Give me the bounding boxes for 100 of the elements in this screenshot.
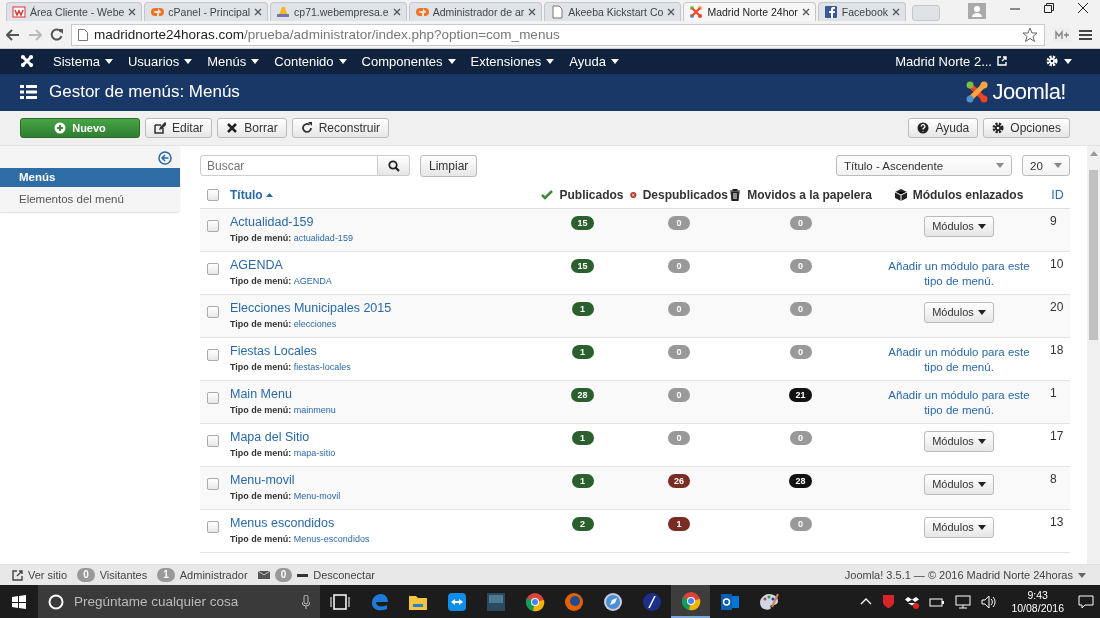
count-badge[interactable]: 2 — [571, 516, 594, 531]
volume-icon[interactable] — [981, 594, 998, 609]
menu-icon[interactable] — [1079, 28, 1092, 41]
clock[interactable]: 9:43 10/08/2016 — [1007, 588, 1068, 615]
modules-button[interactable]: Módulos — [924, 215, 994, 237]
scroll-down-icon[interactable] — [1078, 572, 1086, 578]
options-button[interactable]: Opciones — [983, 117, 1070, 138]
row-checkbox[interactable] — [206, 477, 219, 490]
search-field[interactable]: Pregúntame cualquier cosa — [72, 593, 294, 611]
row-checkbox[interactable] — [206, 305, 219, 318]
back-icon[interactable] — [6, 28, 20, 41]
row-checkbox[interactable] — [206, 434, 219, 447]
scroll-thumb[interactable] — [1089, 169, 1098, 340]
scrollbar[interactable] — [1087, 145, 1100, 565]
menu-item[interactable]: Usuarios — [127, 53, 193, 69]
count-badge[interactable]: 26 — [668, 473, 690, 488]
sort-dropdown[interactable]: Título - Ascendente — [836, 155, 1012, 177]
new-button[interactable]: Nuevo — [20, 117, 140, 138]
edit-button[interactable]: Editar — [145, 117, 213, 138]
menu-title-link[interactable]: Main Menu — [230, 386, 292, 401]
row-checkbox[interactable] — [206, 348, 219, 361]
logout-link[interactable]: Desconectar — [297, 569, 375, 582]
modules-button[interactable]: Módulos — [924, 301, 994, 323]
modules-button[interactable]: Módulos — [924, 473, 994, 495]
extension-icon[interactable] — [1053, 27, 1071, 42]
restore-icon[interactable] — [1044, 3, 1054, 13]
count-badge[interactable]: 15 — [571, 215, 594, 230]
menu-item[interactable]: Componentes — [361, 53, 456, 69]
star-icon[interactable] — [1022, 27, 1038, 42]
menu-title-link[interactable]: Menu-movil — [230, 472, 295, 487]
menu-title-link[interactable]: Mapa del Sitio — [230, 429, 310, 444]
taskbar-app[interactable] — [671, 585, 710, 618]
notification-icon[interactable] — [1078, 594, 1094, 609]
menu-item[interactable]: Menús — [207, 53, 260, 69]
select-all-checkbox[interactable] — [206, 188, 219, 201]
add-module-link[interactable]: Añadir un módulo para este tipo de menú. — [873, 258, 1045, 289]
browser-tab[interactable]: Akeeba Kickstart Co — [544, 2, 682, 21]
menu-item[interactable]: Contenido — [274, 53, 347, 69]
row-checkbox[interactable] — [206, 391, 219, 404]
site-link[interactable]: Madrid Norte 2... — [895, 53, 1007, 69]
browser-tab[interactable]: Área Cliente - Webe — [6, 2, 143, 21]
row-checkbox[interactable] — [206, 219, 219, 232]
row-checkbox[interactable] — [206, 262, 219, 275]
count-badge[interactable]: 21 — [789, 387, 812, 402]
facebook-icon — [823, 5, 838, 19]
limit-dropdown[interactable]: 20 — [1022, 155, 1070, 177]
rebuild-button[interactable]: Reconstruir — [291, 117, 390, 138]
modules-button[interactable]: Módulos — [924, 516, 994, 538]
column-header[interactable]: ID — [1051, 187, 1064, 202]
sidebar-item[interactable]: Menús — [0, 167, 180, 187]
battery-icon[interactable] — [929, 595, 946, 608]
menu-title-link[interactable]: Actualidad-159 — [230, 214, 314, 229]
count-badge[interactable]: 1 — [571, 344, 594, 359]
search-button[interactable] — [378, 155, 410, 177]
row-checkbox[interactable] — [206, 520, 219, 533]
browser-tab[interactable]: Facebook — [817, 2, 906, 21]
close-icon[interactable] — [1078, 3, 1088, 13]
address-bar[interactable]: madridnorte24horas.com/prueba/administrator/index.php?option=com_menus — [71, 23, 1045, 46]
menu-title-link[interactable]: Menus escondidos — [230, 515, 335, 530]
count-badge[interactable]: 28 — [789, 473, 812, 488]
id-text: 13 — [1050, 514, 1064, 529]
count-badge[interactable]: 15 — [571, 258, 594, 273]
modules-button[interactable]: Módulos — [924, 430, 994, 452]
shield-icon[interactable] — [882, 594, 896, 610]
count-badge[interactable]: 1 — [668, 516, 690, 531]
chevron-up-icon[interactable] — [860, 598, 873, 606]
collapse-arrow-icon[interactable] — [158, 150, 172, 165]
menu-item[interactable]: Sistema — [53, 53, 113, 69]
search-bar[interactable]: Pregúntame cualquier cosa — [38, 585, 320, 618]
browser-tab[interactable]: cp71.webempresa.e — [270, 2, 407, 21]
help-button[interactable]: Ayuda — [908, 117, 979, 138]
count-badge[interactable]: 1 — [571, 430, 594, 445]
view-site-link[interactable]: Ver sitio — [12, 569, 68, 582]
clear-button[interactable]: Limpiar — [420, 154, 478, 177]
count-badge[interactable]: 1 — [571, 301, 594, 316]
browser-tab[interactable]: Madrid Norte 24hor — [683, 2, 816, 21]
close-icon[interactable] — [801, 8, 810, 16]
count-badge[interactable]: 28 — [571, 387, 594, 402]
menu-title-link[interactable]: AGENDA — [230, 257, 283, 272]
delete-button[interactable]: Borrar — [217, 117, 287, 138]
column-header[interactable]: Título — [230, 187, 273, 202]
windows-icon — [12, 594, 26, 609]
settings-menu[interactable] — [1046, 55, 1072, 68]
caret-icon — [447, 58, 456, 64]
remote-icon — [445, 590, 468, 613]
menu-item[interactable]: Extensiones — [470, 53, 555, 69]
count-badge[interactable]: 1 — [571, 473, 594, 488]
browser-tab[interactable]: cPanel - Principal — [144, 2, 269, 21]
add-module-link[interactable]: Añadir un módulo para este tipo de menú. — [873, 344, 1045, 375]
sidebar-item[interactable]: Elementos del menú — [0, 189, 180, 209]
search-field[interactable]: Buscar — [200, 155, 378, 177]
joomla-logo-icon[interactable] — [20, 54, 34, 69]
network-icon[interactable] — [955, 594, 972, 609]
menu-title-link[interactable]: Fiestas Locales — [230, 343, 317, 358]
browser-tab[interactable]: Administrador de ar — [408, 2, 543, 21]
menu-item[interactable]: Ayuda — [569, 53, 619, 69]
menu-title-link[interactable]: Elecciones Municipales 2015 — [230, 300, 392, 315]
reload-icon[interactable] — [50, 28, 63, 41]
joomla-logo-icon — [965, 80, 990, 105]
mail-icon[interactable] — [257, 571, 270, 580]
